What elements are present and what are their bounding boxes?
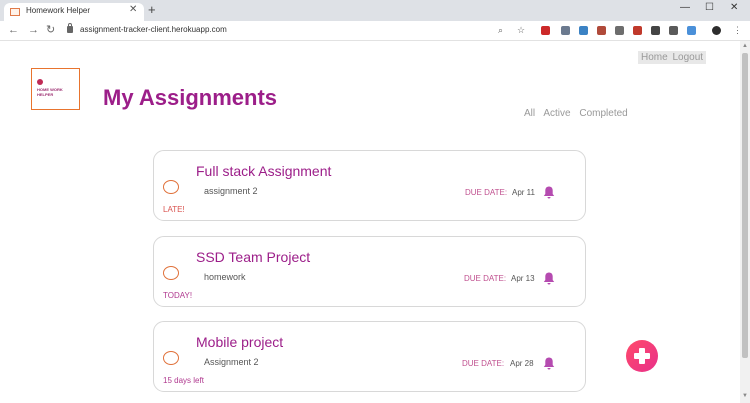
scroll-up-arrow-icon[interactable]: ▲	[742, 43, 748, 49]
due-date-label: DUE DATE:	[462, 359, 505, 368]
complete-checkbox[interactable]	[163, 266, 179, 280]
extension-icon[interactable]	[669, 26, 678, 35]
assignment-title: Full stack Assignment	[196, 163, 332, 179]
back-arrow-icon[interactable]: ←	[8, 23, 19, 37]
extension-icon[interactable]	[561, 26, 570, 35]
assignment-title: SSD Team Project	[196, 249, 311, 265]
bell-icon[interactable]	[543, 357, 555, 370]
due-date-label: DUE DATE:	[464, 274, 507, 283]
scrollbar[interactable]: ▲ ▼	[740, 41, 750, 403]
assignment-description: assignment 2	[204, 186, 258, 196]
complete-checkbox[interactable]	[163, 351, 179, 365]
nav-home-link[interactable]: Home	[641, 52, 668, 63]
favicon-icon	[10, 8, 20, 16]
due-date-value: Apr 11	[512, 188, 535, 197]
window-minimize-button[interactable]: —	[680, 2, 690, 13]
assignment-description: Assignment 2	[204, 357, 259, 367]
due-date-value: Apr 13	[511, 274, 535, 283]
filter-all[interactable]: All	[524, 108, 535, 119]
extension-icon[interactable]	[615, 26, 624, 35]
header-nav: Home Logout	[638, 51, 707, 64]
browser-titlebar: Homework Helper ✕ + — ☐ ✕	[0, 0, 750, 21]
forward-arrow-icon[interactable]: →	[28, 23, 39, 37]
logo-text: HOME WORK HELPER	[37, 87, 63, 97]
browser-menu-icon[interactable]: ⋮	[733, 24, 742, 36]
zoom-icon[interactable]: ⌕	[498, 24, 503, 36]
new-tab-button[interactable]: +	[148, 3, 156, 17]
extension-icon[interactable]	[541, 26, 550, 35]
filter-active[interactable]: Active	[543, 108, 570, 119]
extension-icon[interactable]	[651, 26, 660, 35]
due-date-label: DUE DATE:	[465, 188, 508, 197]
status-label: 15 days left	[163, 376, 204, 385]
assignment-card[interactable]: Full stack Assignment assignment 2 DUE D…	[153, 150, 586, 221]
assignment-card[interactable]: SSD Team Project homework DUE DATE: Apr …	[153, 236, 586, 307]
add-assignment-button[interactable]	[626, 340, 658, 372]
assignment-card[interactable]: Mobile project Assignment 2 DUE DATE: Ap…	[153, 321, 586, 392]
window-close-button[interactable]: ✕	[730, 2, 738, 13]
page-title: My Assignments	[103, 85, 278, 110]
complete-checkbox[interactable]	[163, 180, 179, 194]
extension-icon[interactable]	[633, 26, 642, 35]
address-bar[interactable]: assignment-tracker-client.herokuapp.com	[80, 25, 227, 34]
filter-tabs: All Active Completed	[524, 108, 634, 119]
extension-icon[interactable]	[597, 26, 606, 35]
reload-icon[interactable]: ↻	[46, 23, 55, 37]
status-label: TODAY!	[163, 291, 193, 300]
due-date-value: Apr 28	[510, 359, 534, 368]
profile-avatar-icon[interactable]	[712, 26, 721, 35]
browser-tab[interactable]: Homework Helper ✕	[4, 3, 144, 21]
app-logo[interactable]: HOME WORK HELPER	[31, 68, 80, 110]
filter-completed[interactable]: Completed	[579, 108, 627, 119]
page-content: Home Logout HOME WORK HELPER My Assignme…	[0, 41, 740, 403]
assignment-title: Mobile project	[196, 334, 284, 350]
bell-icon[interactable]	[543, 186, 555, 199]
scrollbar-thumb[interactable]	[742, 53, 748, 358]
tab-close-icon[interactable]: ✕	[129, 4, 137, 15]
extension-icon[interactable]	[687, 26, 696, 35]
extension-icon[interactable]	[579, 26, 588, 35]
window-maximize-button[interactable]: ☐	[705, 2, 714, 13]
assignment-description: homework	[204, 272, 246, 282]
nav-logout-link[interactable]: Logout	[672, 52, 703, 63]
status-label: LATE!	[163, 205, 185, 214]
apple-icon	[37, 79, 43, 85]
lock-icon[interactable]	[67, 23, 73, 33]
tab-title: Homework Helper	[26, 6, 91, 15]
browser-toolbar: ← → ↻ assignment-tracker-client.herokuap…	[0, 21, 750, 41]
bookmark-star-icon[interactable]: ☆	[517, 24, 525, 36]
bell-icon[interactable]	[543, 272, 555, 285]
scroll-down-arrow-icon[interactable]: ▼	[742, 393, 748, 399]
